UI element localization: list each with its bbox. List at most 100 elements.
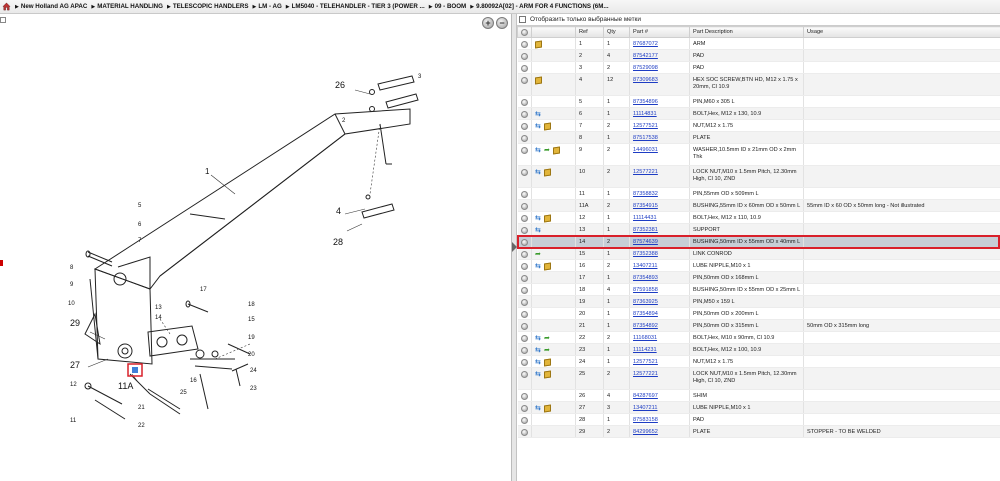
part-number-link[interactable]: 87354915 bbox=[633, 203, 658, 209]
row-part-number[interactable]: 12577521 bbox=[629, 119, 690, 132]
kit-box-icon[interactable] bbox=[544, 214, 551, 223]
row-part-number[interactable]: 87352388 bbox=[629, 247, 690, 260]
row-select-cell[interactable] bbox=[517, 37, 532, 50]
part-number-link[interactable]: 87352388 bbox=[633, 251, 658, 257]
table-row[interactable]: ⇆ ➦ 9 2 14496031 WASHER,10.5mm ID x 21mm OD x… bbox=[517, 143, 1000, 166]
row-part-number[interactable]: 84287697 bbox=[629, 389, 690, 402]
row-part-number[interactable]: 12577221 bbox=[629, 367, 690, 390]
row-select-cell[interactable] bbox=[517, 259, 532, 272]
part-number-link[interactable]: 12577221 bbox=[633, 371, 658, 377]
kit-box-icon[interactable] bbox=[544, 404, 551, 413]
table-row[interactable]: 5 1 87354896 PIN,M60 x 305 L bbox=[517, 95, 1000, 108]
part-number-link[interactable]: 87354896 bbox=[633, 99, 658, 105]
row-select-cell[interactable] bbox=[517, 165, 532, 188]
superseded-arrow-icon[interactable]: ➦ bbox=[544, 335, 551, 342]
part-number-link[interactable]: 13407211 bbox=[633, 405, 657, 411]
part-number-link[interactable]: 14496031 bbox=[633, 147, 658, 153]
select-icon[interactable] bbox=[520, 347, 528, 354]
row-part-number[interactable]: 11114431 bbox=[629, 211, 690, 224]
kit-box-icon[interactable] bbox=[544, 168, 551, 177]
row-select-cell[interactable] bbox=[517, 401, 532, 414]
superseded-arrow-icon[interactable]: ➦ bbox=[535, 251, 542, 258]
interchange-icon[interactable]: ⇆ bbox=[535, 371, 542, 378]
row-select-cell[interactable] bbox=[517, 211, 532, 224]
table-row[interactable]: 19 1 87363925 PIN,M50 x 159 L bbox=[517, 295, 1000, 308]
table-row[interactable]: ⇆ 24 1 12577521 NUT,M12 x 1.75 bbox=[517, 355, 1000, 368]
row-part-number[interactable]: 13407211 bbox=[629, 401, 690, 414]
table-row[interactable]: 18 4 87591858 BUSHING,50mm ID x 55mm OD x 2… bbox=[517, 283, 1000, 296]
kit-box-icon[interactable] bbox=[544, 122, 551, 131]
kit-box-icon[interactable] bbox=[553, 146, 560, 155]
part-number-link[interactable]: 11114231 bbox=[633, 347, 657, 353]
row-part-number[interactable]: 87354915 bbox=[629, 199, 690, 212]
select-icon[interactable] bbox=[520, 203, 528, 210]
breadcrumb-item[interactable]: ▶ 9.80092A[02] - ARM FOR 4 FUNCTIONS (6M.… bbox=[470, 3, 608, 10]
select-icon[interactable] bbox=[520, 41, 528, 48]
select-icon[interactable] bbox=[520, 215, 528, 222]
row-select-cell[interactable] bbox=[517, 199, 532, 212]
row-part-number[interactable]: 87358832 bbox=[629, 187, 690, 200]
part-number-link[interactable]: 87358832 bbox=[633, 191, 658, 197]
row-select-cell[interactable] bbox=[517, 131, 532, 144]
part-number-link[interactable]: 87309683 bbox=[633, 77, 658, 83]
table-row[interactable]: ⇆ 10 2 12577221 LOCK NUT,M10 x 1.5mm Pitch, … bbox=[517, 165, 1000, 188]
table-row[interactable]: ⇆ 27 3 13407211 LUBE NIPPLE,M10 x 1 bbox=[517, 401, 1000, 414]
table-row[interactable]: 11A 2 87354915 BUSHING,55mm ID x 60mm OD x … bbox=[517, 199, 1000, 212]
row-part-number[interactable]: 87583158 bbox=[629, 413, 690, 426]
header-part[interactable]: Part # bbox=[629, 26, 690, 38]
select-icon[interactable] bbox=[520, 123, 528, 130]
row-select-cell[interactable] bbox=[517, 119, 532, 132]
row-select-cell[interactable] bbox=[517, 425, 532, 438]
part-number-link[interactable]: 11114831 bbox=[633, 111, 657, 117]
select-icon[interactable] bbox=[520, 65, 528, 72]
row-part-number[interactable]: 87574639 bbox=[629, 235, 690, 248]
select-icon[interactable] bbox=[520, 299, 528, 306]
header-desc[interactable]: Part Description bbox=[689, 26, 804, 38]
interchange-icon[interactable]: ⇆ bbox=[535, 111, 542, 118]
select-icon[interactable] bbox=[520, 359, 528, 366]
part-number-link[interactable]: 12577521 bbox=[633, 359, 658, 365]
table-row[interactable]: ⇆ 16 2 13407211 LUBE NIPPLE,M10 x 1 bbox=[517, 259, 1000, 272]
select-icon[interactable] bbox=[520, 263, 528, 270]
table-row[interactable]: ➦ 15 1 87352388 LINK CONROD bbox=[517, 247, 1000, 260]
part-number-link[interactable]: 87354892 bbox=[633, 323, 658, 329]
interchange-icon[interactable]: ⇆ bbox=[535, 147, 542, 154]
superseded-arrow-icon[interactable]: ➦ bbox=[544, 347, 551, 354]
row-select-cell[interactable] bbox=[517, 143, 532, 166]
row-part-number[interactable]: 87363925 bbox=[629, 295, 690, 308]
part-number-link[interactable]: 87542177 bbox=[633, 53, 658, 59]
row-select-cell[interactable] bbox=[517, 307, 532, 320]
select-icon[interactable] bbox=[520, 53, 528, 60]
row-select-cell[interactable] bbox=[517, 331, 532, 344]
kit-box-icon[interactable] bbox=[544, 262, 551, 271]
part-number-link[interactable]: 87574639 bbox=[633, 239, 658, 245]
row-part-number[interactable]: 87309683 bbox=[629, 73, 690, 96]
select-icon[interactable] bbox=[520, 147, 528, 154]
interchange-icon[interactable]: ⇆ bbox=[535, 123, 542, 130]
select-icon[interactable] bbox=[520, 169, 528, 176]
row-select-cell[interactable] bbox=[517, 107, 532, 120]
row-select-cell[interactable] bbox=[517, 49, 532, 62]
table-row[interactable]: 29 2 84299652 PLATE STOPPER - TO BE WELDED bbox=[517, 425, 1000, 438]
select-icon[interactable] bbox=[520, 405, 528, 412]
select-all-icon[interactable] bbox=[521, 28, 528, 36]
part-number-link[interactable]: 87354893 bbox=[633, 275, 658, 281]
header-qty[interactable]: Qty bbox=[603, 26, 630, 38]
select-icon[interactable] bbox=[520, 251, 528, 258]
row-select-cell[interactable] bbox=[517, 73, 532, 96]
part-number-link[interactable]: 87583158 bbox=[633, 417, 658, 423]
table-row[interactable]: ⇆ 25 2 12577221 LOCK NUT,M10 x 1.5mm Pitch, … bbox=[517, 367, 1000, 390]
select-icon[interactable] bbox=[520, 99, 528, 106]
table-row[interactable]: 28 1 87583158 PAD bbox=[517, 413, 1000, 426]
row-select-cell[interactable] bbox=[517, 367, 532, 390]
part-number-link[interactable]: 87591858 bbox=[633, 287, 658, 293]
table-row[interactable]: 4 12 87309683 HEX SOC SCREW,BTN HD, M12 x 1… bbox=[517, 73, 1000, 96]
header-usage[interactable]: Usage bbox=[803, 26, 1000, 38]
table-row[interactable]: 21 1 87354892 PIN,50mm OD x 315mm L 50mm OD … bbox=[517, 319, 1000, 332]
kit-box-icon[interactable] bbox=[544, 358, 551, 367]
row-part-number[interactable]: 11114831 bbox=[629, 107, 690, 120]
part-number-link[interactable]: 12577521 bbox=[633, 123, 658, 129]
select-icon[interactable] bbox=[520, 287, 528, 294]
select-icon[interactable] bbox=[520, 417, 528, 424]
row-select-cell[interactable] bbox=[517, 413, 532, 426]
